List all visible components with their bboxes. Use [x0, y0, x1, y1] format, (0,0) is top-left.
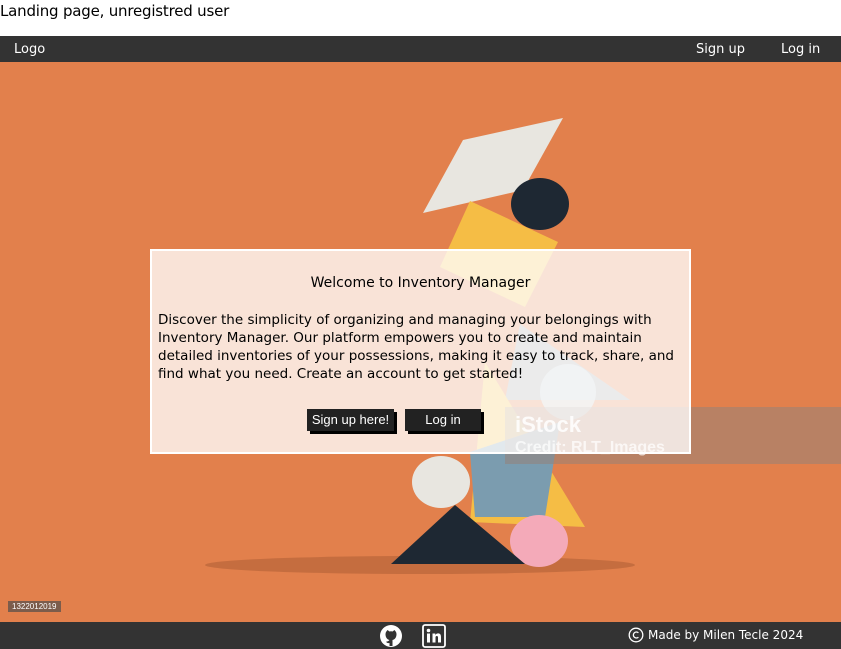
- page-caption: Landing page, unregistred user: [0, 2, 230, 20]
- footer-credit: Made by Milen Tecle 2024: [648, 628, 804, 642]
- welcome-title: Welcome to Inventory Manager: [310, 275, 531, 291]
- nav-logo[interactable]: Logo: [14, 42, 45, 57]
- login-button[interactable]: Log in: [405, 409, 481, 431]
- welcome-panel: Welcome to Inventory Manager Discover th…: [150, 249, 691, 454]
- nav-signup-link[interactable]: Sign up: [696, 42, 745, 57]
- linkedin-icon[interactable]: [422, 624, 446, 648]
- welcome-description: Discover the simplicity of organizing an…: [158, 312, 674, 382]
- github-icon[interactable]: [379, 624, 403, 648]
- footer: Made by Milen Tecle 2024: [0, 622, 841, 649]
- nav-login-link[interactable]: Log in: [781, 42, 820, 57]
- signup-button[interactable]: Sign up here!: [307, 409, 394, 431]
- top-navbar: Logo Sign up Log in: [0, 36, 841, 62]
- copyright-icon: [628, 627, 644, 643]
- stock-image-id: 1322012019: [8, 601, 61, 612]
